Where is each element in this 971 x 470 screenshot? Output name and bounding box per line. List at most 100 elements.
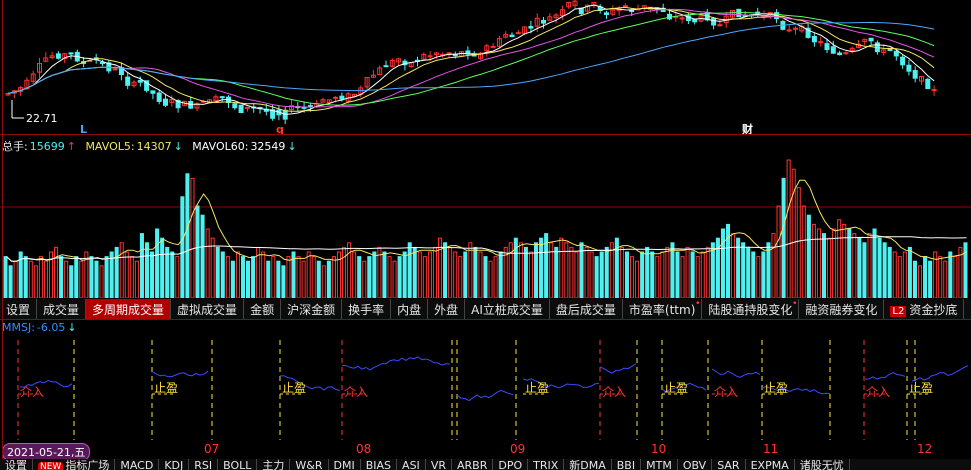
volume-bar bbox=[417, 251, 422, 298]
candle-body bbox=[811, 36, 817, 43]
indicator-tab-label: MTM bbox=[646, 459, 672, 470]
candle-body bbox=[893, 50, 899, 57]
volume-bar bbox=[124, 251, 129, 298]
volume-bar bbox=[392, 260, 397, 298]
indicator-tab-7[interactable]: W&R bbox=[290, 459, 329, 470]
volume-bar bbox=[286, 256, 291, 298]
candle-body bbox=[912, 70, 918, 79]
indicator-tab-11[interactable]: VR bbox=[426, 459, 452, 470]
tab-label: 虚拟成交量 bbox=[177, 303, 238, 317]
volume-bar bbox=[528, 251, 533, 298]
indicator-tab-label: BIAS bbox=[365, 459, 392, 470]
tab-5[interactable]: 沪深金额 bbox=[281, 299, 343, 319]
indicator-tab-label: KDJ bbox=[164, 459, 184, 470]
volume-bar bbox=[367, 256, 372, 298]
volume-bar bbox=[79, 260, 84, 298]
tabbar-divider bbox=[0, 319, 971, 320]
indicator-tab-6[interactable]: 主力 bbox=[257, 459, 291, 470]
indicator-tab-label: RSI bbox=[194, 459, 213, 470]
tab-2[interactable]: 多周期成交量 bbox=[86, 299, 172, 319]
tab-7[interactable]: 内盘 bbox=[391, 299, 429, 319]
tab-label: 设置 bbox=[6, 303, 31, 317]
tab-6[interactable]: 换手率 bbox=[342, 299, 392, 319]
tab-10[interactable]: 盘后成交量 bbox=[550, 299, 623, 319]
volume-bar bbox=[862, 242, 867, 298]
volume-bar bbox=[463, 251, 468, 298]
candle-body bbox=[232, 103, 238, 109]
tab-11[interactable]: 市盈率(ttm) • bbox=[623, 299, 703, 319]
volume-bar bbox=[821, 233, 827, 298]
volume-bar bbox=[3, 256, 8, 298]
tab-14[interactable]: L2 资金抄底 bbox=[884, 299, 965, 319]
volume-bar bbox=[144, 242, 150, 298]
candle-body bbox=[219, 96, 225, 99]
month-tick-label: 12 bbox=[917, 442, 933, 456]
tab-1[interactable]: 成交量 bbox=[37, 299, 87, 319]
indicator-tab-1[interactable]: NEW 指标广场 bbox=[33, 459, 116, 470]
indicator-tab-0[interactable]: 设置 bbox=[0, 459, 33, 470]
volume-bar bbox=[720, 228, 725, 298]
indicator-tab-17[interactable]: MTM bbox=[641, 459, 678, 470]
mmsj-line-segment bbox=[599, 363, 637, 374]
volume-bar bbox=[594, 256, 599, 298]
tab-0[interactable]: 设置 bbox=[0, 299, 38, 319]
volume-bar bbox=[731, 233, 736, 298]
tab-8[interactable]: 外盘 bbox=[428, 299, 466, 319]
tab-label: 内盘 bbox=[397, 303, 422, 317]
ma5-line bbox=[7, 4, 935, 115]
indicator-tab-4[interactable]: RSI bbox=[189, 459, 219, 470]
tab-label: 沪深金额 bbox=[287, 303, 336, 317]
volume-bar bbox=[74, 256, 79, 298]
volume-bar bbox=[837, 219, 842, 298]
tab-12[interactable]: 陆股通持股变化 • bbox=[702, 299, 800, 319]
indicator-tab-20[interactable]: EXPMA bbox=[746, 459, 795, 470]
volume-bar bbox=[675, 251, 680, 298]
volume-bar bbox=[700, 251, 705, 298]
indicator-tab-13[interactable]: DPO bbox=[493, 459, 529, 470]
volume-bar bbox=[948, 251, 953, 298]
volume-bar bbox=[155, 228, 160, 298]
indicator-tab-8[interactable]: DMI bbox=[329, 459, 361, 470]
candle-body bbox=[604, 12, 609, 15]
tab-13[interactable]: 融资融券变化 bbox=[799, 299, 885, 319]
volume-bar bbox=[801, 205, 806, 298]
volume-bar bbox=[99, 265, 104, 298]
volume-bar bbox=[604, 246, 609, 298]
candle-body bbox=[163, 98, 168, 106]
indicator-tab-5[interactable]: BOLL bbox=[218, 459, 258, 470]
mmsj-value: -6.05 bbox=[36, 321, 66, 334]
indicator-tab-3[interactable]: KDJ bbox=[159, 459, 190, 470]
sell-signal-label: 止盈 bbox=[282, 381, 306, 395]
tab-3[interactable]: 虚拟成交量 bbox=[171, 299, 245, 319]
volume-bar bbox=[458, 256, 463, 298]
tab-9[interactable]: AI立桩成交量 bbox=[465, 299, 550, 319]
indicator-tab-19[interactable]: SAR bbox=[712, 459, 746, 470]
indicator-tab-9[interactable]: BIAS bbox=[361, 459, 398, 470]
volume-bar bbox=[311, 256, 316, 298]
indicator-tab-16[interactable]: BBI bbox=[612, 459, 642, 470]
indicator-tab-2[interactable]: MACD bbox=[115, 459, 160, 470]
indicator-legend: MMSJ: -6.05 ↓ bbox=[2, 321, 79, 334]
candle-body bbox=[509, 34, 515, 38]
volume-bar bbox=[382, 251, 387, 298]
candle-body bbox=[692, 19, 698, 23]
tab-4[interactable]: 金额 bbox=[244, 299, 282, 319]
mmsj-line-segment bbox=[456, 389, 514, 402]
indicator-tab-18[interactable]: OBV bbox=[678, 459, 713, 470]
tab-label: 换手率 bbox=[348, 303, 385, 317]
indicator-tab-15[interactable]: 新DMA bbox=[564, 459, 612, 470]
indicator-tab-14[interactable]: TRIX bbox=[528, 459, 565, 470]
indicator-tab-21[interactable]: 诸股无忧 bbox=[795, 459, 850, 470]
candle-body bbox=[711, 17, 717, 26]
volume-bar bbox=[508, 242, 513, 298]
volume-bar bbox=[443, 242, 448, 298]
candle-body bbox=[786, 29, 792, 32]
indicator-tab-10[interactable]: ASI bbox=[397, 459, 426, 470]
volume-bar bbox=[33, 265, 38, 298]
volume-bar bbox=[867, 233, 872, 298]
ma10-line bbox=[7, 6, 935, 112]
indicator-tab-12[interactable]: ARBR bbox=[452, 459, 494, 470]
volume-bar bbox=[943, 260, 948, 298]
candle-body bbox=[906, 64, 912, 72]
volume-bar bbox=[887, 246, 892, 298]
